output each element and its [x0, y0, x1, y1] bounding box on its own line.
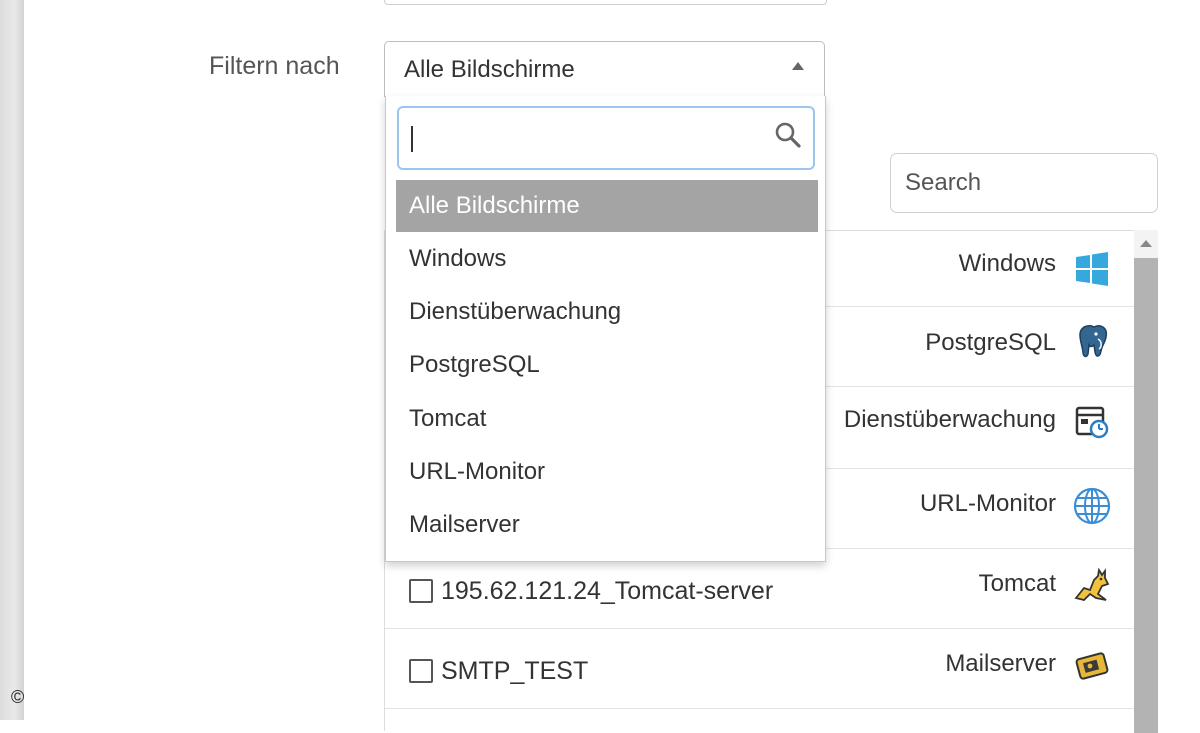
postgresql-elephant-icon	[1079, 324, 1108, 358]
row-name: SMTP_TEST	[441, 657, 589, 685]
table-scrollbar[interactable]	[1134, 230, 1158, 733]
scroll-up-arrow-icon[interactable]	[1140, 240, 1152, 247]
row-name: 195.62.121.24_Tomcat-server	[441, 577, 774, 605]
left-edge-bar	[0, 0, 24, 720]
previous-field[interactable]	[384, 0, 827, 5]
table-row[interactable]: SMTP_TEST Mailserver	[385, 629, 1134, 709]
text-caret	[411, 126, 413, 152]
row-type-label: Dienstüberwachung	[843, 406, 1056, 433]
dropdown-option-tomcat[interactable]: Tomcat	[396, 393, 818, 445]
row-type-label: URL-Monitor	[919, 490, 1056, 517]
globe-icon	[1073, 487, 1111, 525]
search-icon	[775, 122, 801, 148]
dropdown-option-url-monitor[interactable]: URL-Monitor	[396, 446, 818, 498]
copyright-symbol: ©	[11, 687, 25, 707]
filter-dropdown: Alle Bildschirme Windows Dienstüberwachu…	[385, 96, 826, 562]
mailserver-icon	[1075, 652, 1109, 680]
row-type-label: Mailserver	[945, 650, 1056, 677]
dropdown-option-alle-bildschirme[interactable]: Alle Bildschirme	[396, 180, 818, 232]
filter-select-value: Alle Bildschirme	[404, 56, 575, 83]
row-type-label: Windows	[958, 250, 1056, 277]
windows-icon	[1076, 252, 1108, 286]
filter-select[interactable]: Alle Bildschirme	[384, 41, 825, 97]
row-type-label: Tomcat	[978, 570, 1056, 597]
service-monitor-icon	[1075, 406, 1109, 439]
dropdown-option-mailserver[interactable]: Mailserver	[396, 499, 818, 551]
row-checkbox[interactable]	[409, 579, 433, 603]
dropdown-option-dienstueberwachung[interactable]: Dienstüberwachung	[396, 286, 818, 338]
filter-label: Filtern nach	[209, 52, 340, 80]
tomcat-cat-icon	[1074, 567, 1110, 601]
row-checkbox[interactable]	[409, 659, 433, 683]
caret-up-icon[interactable]	[792, 62, 804, 70]
row-type-label: PostgreSQL	[925, 329, 1056, 356]
dropdown-search-input[interactable]	[397, 106, 815, 170]
scrollbar-thumb[interactable]	[1134, 258, 1158, 733]
table-search-input[interactable]	[890, 153, 1158, 213]
dropdown-option-postgresql[interactable]: PostgreSQL	[396, 339, 818, 391]
dropdown-option-windows[interactable]: Windows	[396, 233, 818, 285]
